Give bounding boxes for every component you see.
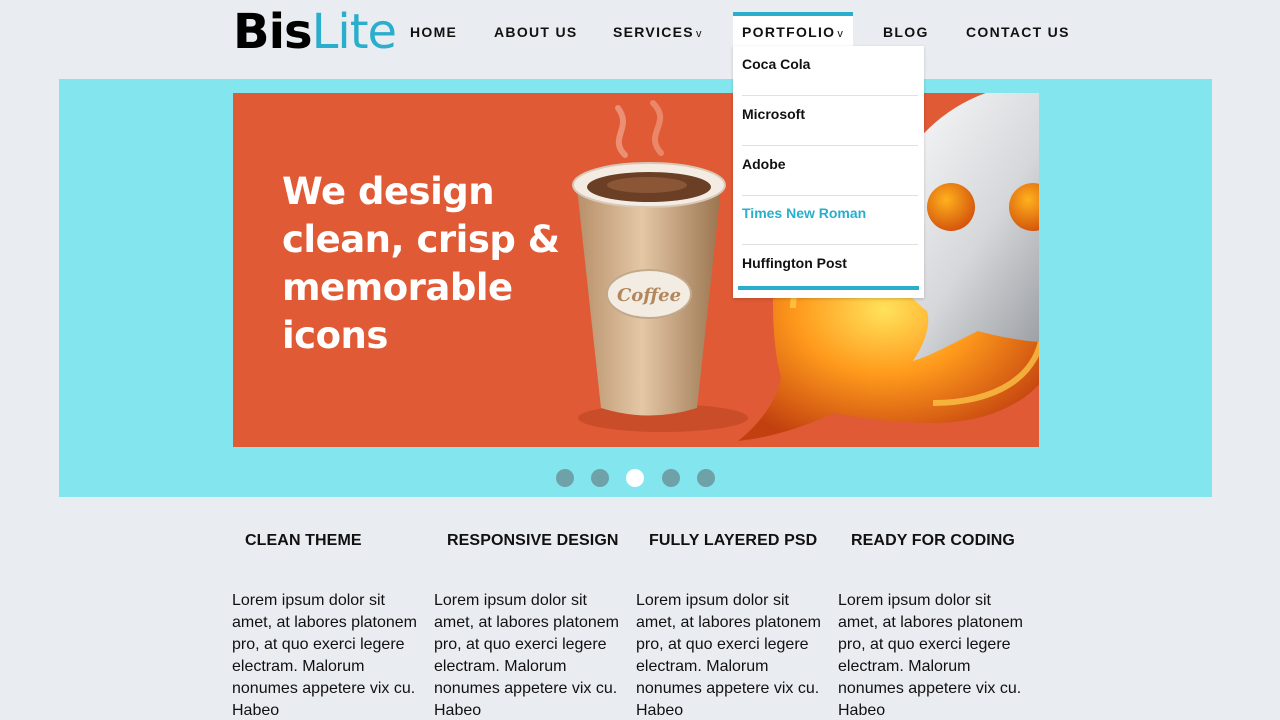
site-logo[interactable]: BisLite: [233, 4, 397, 60]
feature-text-clean-theme: Lorem ipsum dolor sit amet, at labores p…: [232, 592, 417, 719]
slider-dot-4[interactable]: [662, 469, 680, 487]
dropdown-item-microsoft[interactable]: Microsoft: [742, 96, 918, 146]
svg-text:Coffee: Coffee: [617, 285, 681, 306]
nav-home-label: HOME: [410, 24, 458, 40]
nav-portfolio[interactable]: PORTFOLIO v: [733, 12, 853, 50]
nav-contact-label: CONTACT US: [966, 24, 1070, 40]
nav-services-label: SERVICES: [613, 24, 694, 40]
portfolio-dropdown-menu: Coca Cola Microsoft Adobe Times New Roma…: [733, 46, 924, 298]
nav-home[interactable]: HOME: [410, 24, 457, 41]
dropdown-accent-bar: [738, 286, 919, 290]
feature-title-fully-layered-psd: FULLY LAYERED PSD: [649, 532, 818, 549]
dropdown-item-adobe[interactable]: Adobe: [742, 146, 918, 196]
chevron-down-icon: v: [695, 28, 703, 40]
logo-part-bis: Bis: [233, 4, 313, 60]
chevron-down-icon: v: [837, 28, 845, 40]
slider-dot-3[interactable]: [626, 469, 644, 487]
slider-dot-2[interactable]: [591, 469, 609, 487]
dropdown-item-coca-cola[interactable]: Coca Cola: [742, 46, 918, 96]
slider-dot-5[interactable]: [697, 469, 715, 487]
slide-headline: We design clean, crisp & memorable icons: [282, 170, 560, 357]
feature-text-fully-layered-psd: Lorem ipsum dolor sit amet, at labores p…: [636, 592, 821, 719]
feature-text-responsive-design: Lorem ipsum dolor sit amet, at labores p…: [434, 592, 619, 719]
feature-text-ready-for-coding: Lorem ipsum dolor sit amet, at labores p…: [838, 592, 1023, 719]
nav-contact-us[interactable]: CONTACT US: [966, 24, 1068, 41]
nav-about-us[interactable]: ABOUT US: [494, 24, 578, 41]
feature-title-clean-theme: CLEAN THEME: [245, 532, 362, 549]
nav-portfolio-label: PORTFOLIO: [742, 24, 836, 40]
nav-services[interactable]: SERVICES v: [613, 24, 703, 43]
nav-about-label: ABOUT US: [494, 24, 578, 40]
nav-blog[interactable]: BLOG: [883, 24, 929, 41]
slider-dot-1[interactable]: [556, 469, 574, 487]
feature-title-responsive-design: RESPONSIVE DESIGN: [447, 532, 619, 549]
feature-title-ready-for-coding: READY FOR CODING: [851, 532, 1015, 549]
nav-blog-label: BLOG: [883, 24, 929, 40]
dropdown-item-times-new-roman[interactable]: Times New Roman: [742, 195, 918, 245]
logo-part-lite: Lite: [311, 4, 397, 60]
